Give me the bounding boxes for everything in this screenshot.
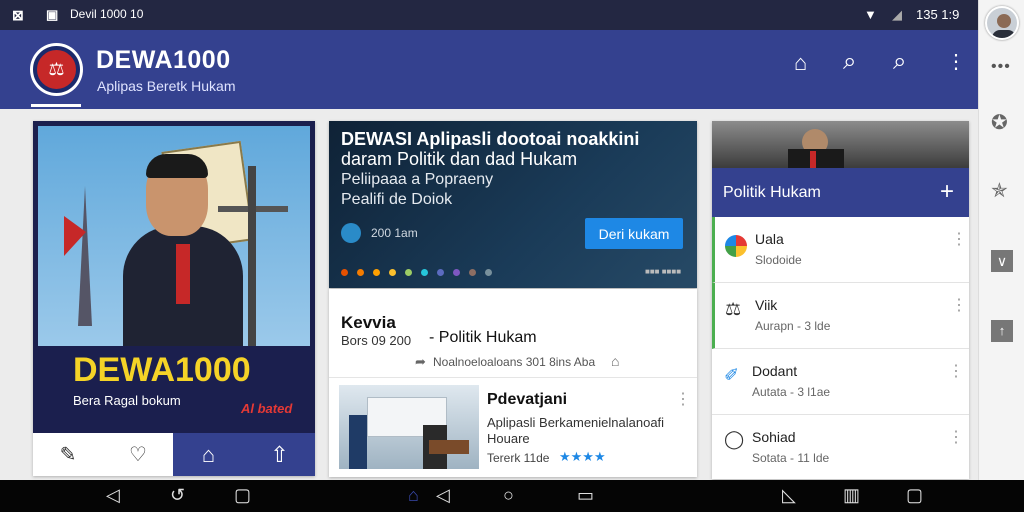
app-logo[interactable]: ⚖ [30,43,83,96]
emblem-icon: ⚖ [33,46,80,93]
share-home-icon[interactable]: ⇧ [244,433,315,476]
heart-icon[interactable]: ♡ [103,433,173,476]
feed-title: Kevvia [341,313,396,332]
home-icon[interactable]: ⌂ [794,50,807,76]
rotate-icon[interactable]: ↺ [170,485,185,506]
list-item[interactable]: Uala Slodoide ⋮ [712,217,969,283]
list-item[interactable]: ◯ Sohiad Sotata - 11 lde ⋮ [712,415,969,479]
banner-cta-button[interactable]: Deri kukam [585,218,683,249]
feature-banner[interactable]: DEWASI Aplipasli dootoai noakkini daram … [329,121,697,288]
home-tab-icon[interactable]: ⌂ [173,433,244,476]
app-subtitle: Aplipas Beretk Hukam [97,78,236,94]
chat-icon: ◯ [724,429,745,449]
recents-icon[interactable]: ▢ [234,485,251,506]
banner-line3: Peliipaaa a Popraeny [341,171,494,188]
home-circle-icon[interactable]: ○ [503,485,514,506]
app-title: DEWA1000 [96,46,231,74]
side-panel-header: Politik Hukam + [712,168,969,217]
feed-date: Bors 09 200 [341,333,412,348]
list-item[interactable]: ⚖ Viik Aurapn - 3 lde ⋮ [712,283,969,349]
article-meta: Tererk 11de [487,451,550,465]
upload-icon[interactable]: ↑ [991,320,1013,342]
rating-stars: ★★★★ [559,449,606,464]
notification-icon: ⊠ [12,7,24,23]
overflow-menu-icon[interactable]: ⋮ [946,49,966,74]
app-notif-icon: ▣ [46,7,59,22]
pen-icon: ✐ [724,365,740,385]
star-gear-icon[interactable]: ✪ [991,110,1008,135]
scale-icon: ⚖ [725,299,742,319]
promo-card[interactable]: DEWA1000 Bera Ragal bokum Al bated ✎ ♡ ⌂… [33,121,315,476]
feed-category: - Politik Hukam [429,329,537,346]
item-menu-icon[interactable]: ⋮ [951,229,967,249]
banner-line1: DEWASI Aplipasli dootoai noakkini [341,129,640,149]
right-rail: ••• ✪ ✯ ∨ ↑ [978,0,1024,480]
banner-line2: daram Politik dan dad Hukam [341,149,578,169]
back-icon[interactable]: ◁ [106,485,120,506]
share-icon[interactable]: ➦ [415,354,426,370]
item-menu-icon[interactable]: ⋮ [951,295,967,315]
filter-icon[interactable]: ∨ [991,250,1013,272]
banner-pager-dots[interactable] [341,269,492,276]
recents-icon-3[interactable]: ▢ [906,485,923,506]
list-item-title: Sohiad [752,429,796,445]
banner-pager: ■■■ ■■■■ [645,267,682,276]
side-panel-image [712,121,969,168]
nav-bar: ◁ ↺ ▢ ⌂ ◁ ○ ▭ ◺ ▥ ▢ [0,480,1024,512]
recents-icon-2[interactable]: ▭ [577,485,594,506]
side-panel-title: Politik Hukam [723,184,821,201]
feed-meta: Noalnoeloaloans 301 8ins Aba [433,355,596,369]
list-item-sub: Aurapn - 3 lde [755,319,831,333]
article-menu-icon[interactable]: ⋮ [675,389,691,409]
banner-meta: 200 1am [371,226,418,240]
home-nav-icon[interactable]: ⌂ [408,485,419,506]
list-item-sub: Slodoide [755,253,802,267]
list-item-title: Viik [755,297,778,313]
list-item-sub: Autata - 3 l1ae [752,385,831,399]
side-panel: Politik Hukam + Uala Slodoide ⋮ ⚖ Viik A… [712,121,969,479]
logo-indicator [31,104,81,107]
list-item-sub: Sotata - 11 lde [752,451,830,465]
status-bar: ⊠ ▣ Devil 1000 10 ▼ ◢ 135 1:9 [0,0,978,30]
feed-card: Kevvia Bors 09 200 - Politik Hukam ➦ Noa… [329,289,697,477]
status-time: 135 1:9 [916,7,960,22]
banner-line4: Pealifi de Doiok [341,191,453,208]
article-desc-1: Aplipasli Berkamenielnalanoafi [487,415,665,430]
banner-avatar-icon [341,223,361,243]
split-screen-icon[interactable]: ▥ [843,485,860,506]
article-title[interactable]: Pdevatjani [487,391,567,409]
list-item[interactable]: ✐ Dodant Autata - 3 l1ae ⋮ [712,349,969,415]
promo-tabbar: ✎ ♡ ⌂ ⇧ [33,433,315,476]
promo-tagline: Bera Ragal bokum [73,393,181,408]
promo-image [38,126,310,346]
search-icon[interactable]: ⌕ [843,48,856,76]
search-icon-2[interactable]: ⌕ [893,48,906,76]
divider [329,377,697,378]
item-menu-icon[interactable]: ⋮ [948,361,964,381]
app-bar: ⚖ DEWA1000 Aplipas Beretk Hukam ⌂ ⌕ ⌕ ⋮ [0,30,978,109]
badge-icon[interactable]: ✯ [991,178,1008,203]
globe-icon [725,235,747,257]
no-signal-icon[interactable]: ◺ [782,485,796,506]
list-item-title: Dodant [752,363,798,379]
signal-icon: ◢ [892,7,902,22]
more-dots-icon[interactable]: ••• [991,58,1011,76]
article-desc-2: Houare [487,431,530,446]
avatar[interactable] [985,6,1019,40]
edit-icon[interactable]: ✎ [33,433,103,476]
wifi-icon: ▼ [864,7,877,22]
home-small-icon[interactable]: ⌂ [611,353,619,369]
add-icon[interactable]: + [940,178,954,206]
promo-badge: Al bated [241,401,293,416]
promo-brand: DEWA1000 [73,351,251,389]
status-app-name: Devil 1000 10 [70,7,144,21]
back-icon-2[interactable]: ◁ [436,485,450,506]
item-menu-icon[interactable]: ⋮ [948,427,964,447]
article-thumbnail[interactable] [339,385,479,469]
list-item-title: Uala [755,231,784,247]
